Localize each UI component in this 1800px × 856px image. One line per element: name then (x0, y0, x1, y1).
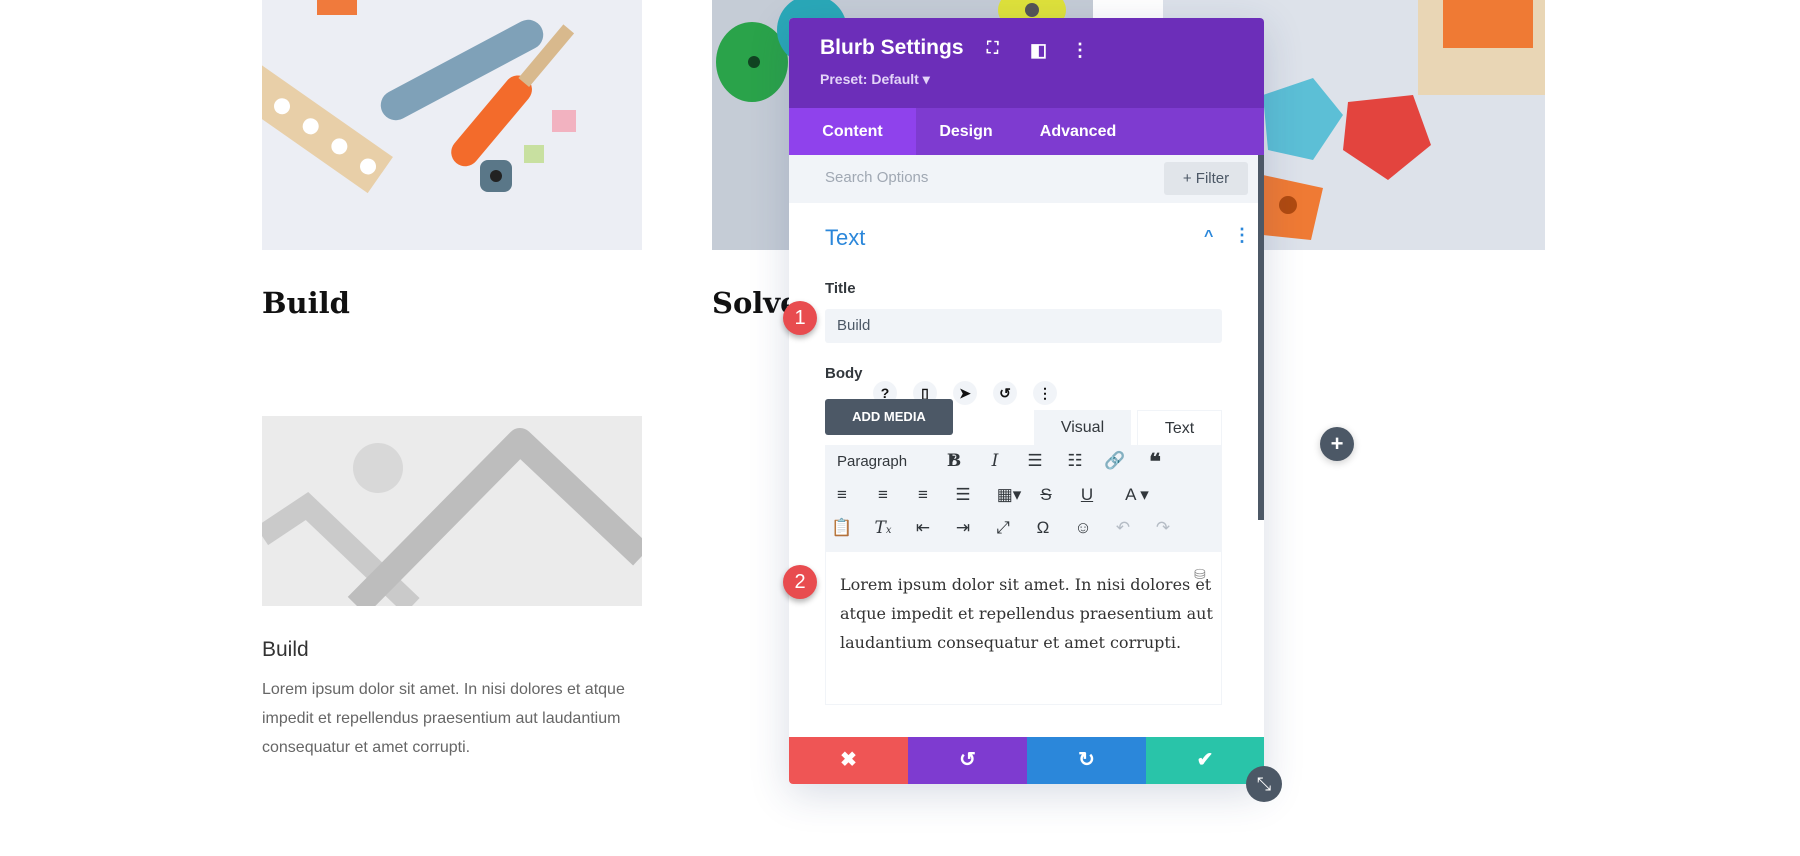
redo-button[interactable]: ↻ (1027, 737, 1146, 784)
reset-icon[interactable]: ↺ (993, 381, 1017, 405)
add-media-button[interactable]: ADD MEDIA (825, 399, 953, 435)
panel-title: Blurb Settings (820, 36, 964, 59)
body-label: Body (825, 365, 863, 382)
bold-icon[interactable]: B (940, 451, 968, 471)
add-module-button[interactable]: + (1320, 427, 1354, 461)
placeholder-image (262, 416, 642, 606)
numbered-list-icon[interactable]: ☷ (1061, 451, 1089, 471)
panel-tabs: Content Design Advanced (789, 108, 1264, 155)
blurb-title: Build (262, 638, 309, 661)
blurb-body: Lorem ipsum dolor sit amet. In nisi dolo… (262, 681, 625, 756)
redo-icon[interactable]: ↷ (1149, 518, 1177, 538)
more-options-icon[interactable]: ⋮ (1071, 40, 1089, 61)
column-heading-build: Build (262, 286, 350, 320)
search-bar: Search Options + Filter (789, 155, 1258, 203)
align-left-icon[interactable]: ≡ (828, 485, 856, 505)
undo-icon[interactable]: ↶ (1109, 518, 1137, 538)
paragraph-select[interactable]: Paragraph ▼ (837, 453, 958, 470)
special-character-icon[interactable]: Ω (1029, 518, 1057, 538)
indent-icon[interactable]: ⇥ (949, 518, 977, 538)
annotation-badge-2: 2 (783, 565, 817, 599)
resize-handle[interactable]: ⤡ (1246, 766, 1282, 802)
fullscreen-icon[interactable]: ⛶ (987, 40, 998, 58)
section-menu-icon[interactable]: ⋮ (1233, 225, 1251, 246)
tab-design[interactable]: Design (916, 108, 1016, 155)
italic-icon[interactable]: I (981, 451, 1009, 471)
title-label: Title (825, 280, 856, 297)
annotation-badge-1: 1 (783, 301, 817, 335)
tab-advanced[interactable]: Advanced (1016, 108, 1140, 155)
filter-button[interactable]: + Filter (1164, 162, 1248, 195)
align-right-icon[interactable]: ≡ (909, 485, 937, 505)
align-center-icon[interactable]: ≡ (869, 485, 897, 505)
underline-icon[interactable]: U (1073, 485, 1101, 505)
fullscreen-editor-icon[interactable]: ⤢ (989, 518, 1017, 538)
section-title-text[interactable]: Text (825, 225, 865, 251)
body-menu-icon[interactable]: ⋮ (1033, 381, 1057, 405)
justify-icon[interactable]: ☰ (949, 485, 977, 505)
outdent-icon[interactable]: ⇤ (909, 518, 937, 538)
tab-content[interactable]: Content (789, 108, 916, 155)
paste-text-icon[interactable]: 📋 (828, 518, 856, 538)
preset-dropdown[interactable]: Preset: Default ▾ (820, 71, 930, 88)
split-view-icon[interactable]: ◧ (1030, 40, 1047, 61)
emoji-icon[interactable]: ☺ (1069, 518, 1097, 538)
undo-button[interactable]: ↺ (908, 737, 1027, 784)
editor-toolbar: Paragraph ▼ B I ☰ ☷ 🔗 ❝ ≡ ≡ ≡ ☰ ▦▾ S U A … (825, 445, 1222, 551)
paragraph-select-value: Paragraph (837, 453, 908, 470)
bullet-list-icon[interactable]: ☰ (1021, 451, 1049, 471)
plus-icon: + (1330, 431, 1344, 456)
search-input[interactable]: Search Options (825, 169, 928, 186)
strikethrough-icon[interactable]: S (1032, 485, 1060, 505)
editor-tab-text[interactable]: Text (1137, 410, 1222, 446)
link-icon[interactable]: 🔗 (1101, 451, 1129, 471)
cancel-button[interactable]: ✖ (789, 737, 908, 784)
body-editor-text[interactable]: Lorem ipsum dolor sit amet. In nisi dolo… (840, 570, 1215, 657)
scrollbar[interactable] (1258, 155, 1264, 520)
clear-formatting-icon[interactable]: Tx (869, 518, 897, 538)
build-image (262, 0, 642, 250)
text-color-icon[interactable]: A ▾ (1115, 485, 1159, 505)
collapse-chevron-icon[interactable]: ^ (1204, 228, 1213, 246)
editor-tab-visual[interactable]: Visual (1034, 410, 1131, 446)
table-icon[interactable]: ▦▾ (991, 485, 1027, 505)
panel-header: Blurb Settings Preset: Default ▾ ⛶ ◧ ⋮ (789, 18, 1264, 108)
title-input[interactable]: Build (825, 309, 1222, 343)
blurb-settings-panel: Blurb Settings Preset: Default ▾ ⛶ ◧ ⋮ C… (789, 18, 1282, 802)
hover-cursor-icon[interactable]: ➤ (953, 381, 977, 405)
blockquote-icon[interactable]: ❝ (1141, 449, 1169, 475)
